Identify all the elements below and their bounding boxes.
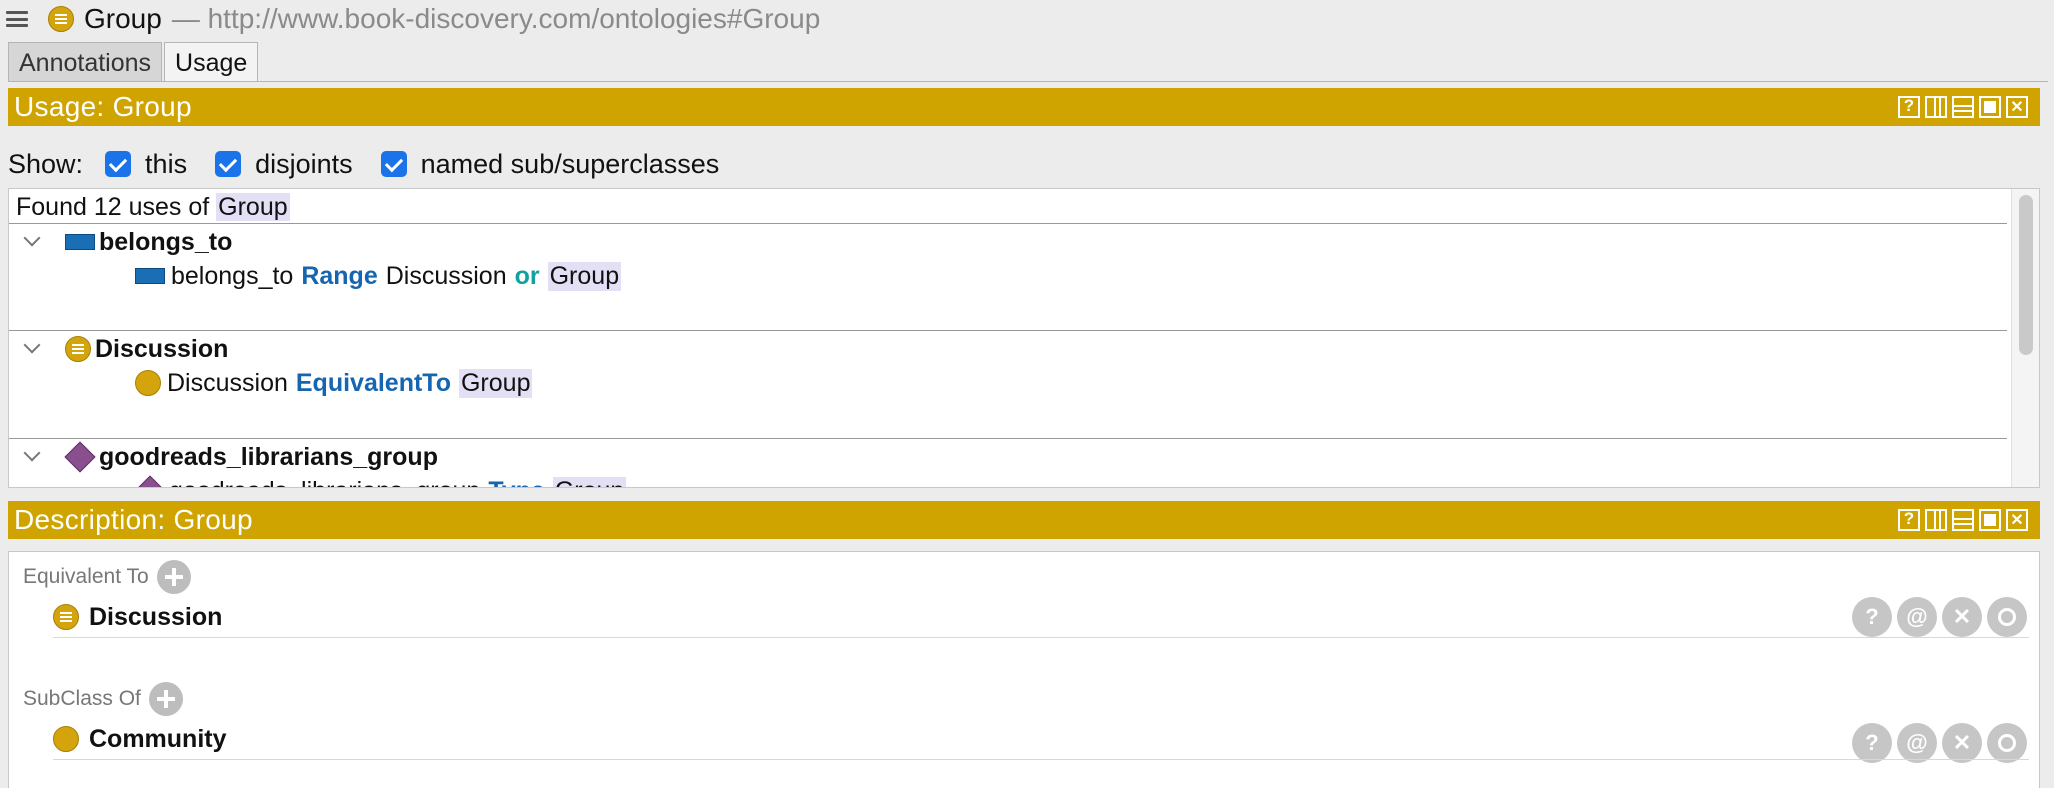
usage-list[interactable]: Found 12 uses of Group belongs_to belong… (8, 188, 2040, 488)
add-equivalent-button[interactable] (156, 560, 191, 594)
maximize-icon[interactable] (1979, 509, 2001, 531)
usage-group-belongs-to[interactable]: belongs_to (9, 225, 232, 259)
split-horizontal-icon[interactable] (1952, 509, 1974, 531)
help-icon[interactable] (1898, 509, 1920, 531)
usage-line[interactable]: goodreads_librarians_group Type Group (134, 474, 627, 488)
chevron-down-icon[interactable] (19, 336, 45, 362)
tab-usage[interactable]: Usage (164, 42, 259, 82)
class-icon (48, 6, 74, 32)
usage-object[interactable]: Group (552, 476, 627, 487)
scrollbar-track[interactable] (2011, 189, 2039, 487)
group-separator (9, 438, 2007, 439)
group-separator (9, 223, 2007, 224)
close-icon[interactable] (2006, 509, 2028, 531)
tab-divider (8, 81, 2048, 82)
title-bar: Group — http://www.book-discovery.com/on… (0, 0, 2054, 38)
entity-name: Group (84, 3, 162, 34)
description-body: Equivalent To Discussion ? @ ✕ SubClass … (8, 551, 2040, 788)
group-name: Discussion (95, 334, 229, 363)
frame-divider (53, 759, 2029, 760)
subsuper-checkbox-label[interactable]: named sub/superclasses (421, 149, 720, 180)
group-name: belongs_to (99, 227, 233, 256)
usage-keyword: or (514, 261, 540, 290)
usage-keyword: Range (301, 261, 378, 290)
usage-subject[interactable]: Discussion (167, 369, 288, 398)
row-actions: ? @ ✕ (1852, 723, 2027, 763)
frame-item-label[interactable]: Community (89, 725, 227, 754)
usage-subject[interactable]: goodreads_librarians_group (169, 477, 480, 488)
menu-icon[interactable] (6, 9, 28, 29)
tab-bar: Annotations Usage (8, 42, 259, 82)
section-label: SubClass Of (23, 687, 141, 710)
class-icon (65, 336, 91, 362)
help-icon[interactable] (1898, 96, 1920, 118)
entity-iri: — http://www.book-discovery.com/ontologi… (171, 3, 821, 34)
group-separator (9, 330, 2007, 331)
usage-object[interactable]: Discussion (386, 262, 507, 291)
split-horizontal-icon[interactable] (1952, 96, 1974, 118)
class-icon (135, 370, 161, 396)
edit-button[interactable] (1987, 723, 2027, 763)
delete-button[interactable]: ✕ (1942, 723, 1982, 763)
section-label: Equivalent To (23, 565, 149, 588)
explain-button[interactable]: ? (1852, 597, 1892, 637)
usage-object[interactable]: Group (458, 368, 533, 398)
disjoints-checkbox-label[interactable]: disjoints (255, 149, 353, 180)
usage-panel-title: Usage: Group (14, 91, 192, 122)
description-panel-header: Description: Group (8, 501, 2040, 539)
disjoints-checkbox[interactable] (215, 151, 242, 177)
usage-group-discussion[interactable]: Discussion (9, 332, 228, 366)
annotate-button[interactable]: @ (1897, 723, 1937, 763)
individual-icon (64, 441, 96, 473)
tab-annotations[interactable]: Annotations (8, 42, 163, 82)
class-icon (53, 726, 79, 752)
object-property-icon (135, 268, 165, 284)
chevron-down-icon[interactable] (19, 444, 45, 470)
this-checkbox-label[interactable]: this (145, 149, 187, 180)
add-superclass-button[interactable] (148, 682, 183, 716)
description-panel-title: Description: Group (14, 504, 253, 535)
show-label: Show: (8, 148, 84, 179)
found-count: Found 12 uses of Group (16, 193, 290, 222)
maximize-icon[interactable] (1979, 96, 2001, 118)
subsuper-checkbox[interactable] (380, 151, 407, 177)
close-icon[interactable] (2006, 96, 2028, 118)
row-actions: ? @ ✕ (1852, 597, 2027, 637)
usage-line[interactable]: belongs_to Range Discussion or Group (135, 259, 622, 293)
split-vertical-icon[interactable] (1925, 96, 1947, 118)
split-vertical-icon[interactable] (1925, 509, 1947, 531)
usage-keyword: EquivalentTo (295, 368, 451, 397)
found-prefix: Found 12 uses of (16, 193, 210, 221)
found-entity[interactable]: Group (216, 193, 290, 221)
frame-item-discussion[interactable]: Discussion ? @ ✕ (53, 597, 2029, 637)
scrollbar-thumb[interactable] (2019, 195, 2033, 355)
annotate-button[interactable]: @ (1897, 597, 1937, 637)
usage-keyword: Type (488, 477, 545, 488)
object-property-icon (65, 234, 95, 250)
usage-panel-header: Usage: Group (8, 88, 2040, 126)
usage-group-goodreads-librarians-group[interactable]: goodreads_librarians_group (9, 440, 438, 474)
individual-icon (134, 475, 166, 487)
group-name: goodreads_librarians_group (99, 442, 438, 471)
frame-item-community[interactable]: Community ? @ ✕ (53, 721, 2029, 763)
this-checkbox[interactable] (105, 151, 132, 177)
usage-subject[interactable]: belongs_to (171, 262, 293, 291)
explain-button[interactable]: ? (1852, 723, 1892, 763)
usage-object[interactable]: Group (547, 261, 622, 291)
frame-divider (53, 637, 2029, 638)
frame-item-label[interactable]: Discussion (89, 603, 222, 632)
delete-button[interactable]: ✕ (1942, 597, 1982, 637)
class-icon (53, 604, 79, 630)
usage-line[interactable]: Discussion EquivalentTo Group (135, 366, 533, 400)
edit-button[interactable] (1987, 597, 2027, 637)
section-subclass-of: SubClass Of (23, 682, 183, 716)
chevron-down-icon[interactable] (19, 229, 45, 255)
show-filters: Show: this disjoints named sub/superclas… (8, 146, 747, 182)
section-equivalent-to: Equivalent To (23, 560, 191, 594)
